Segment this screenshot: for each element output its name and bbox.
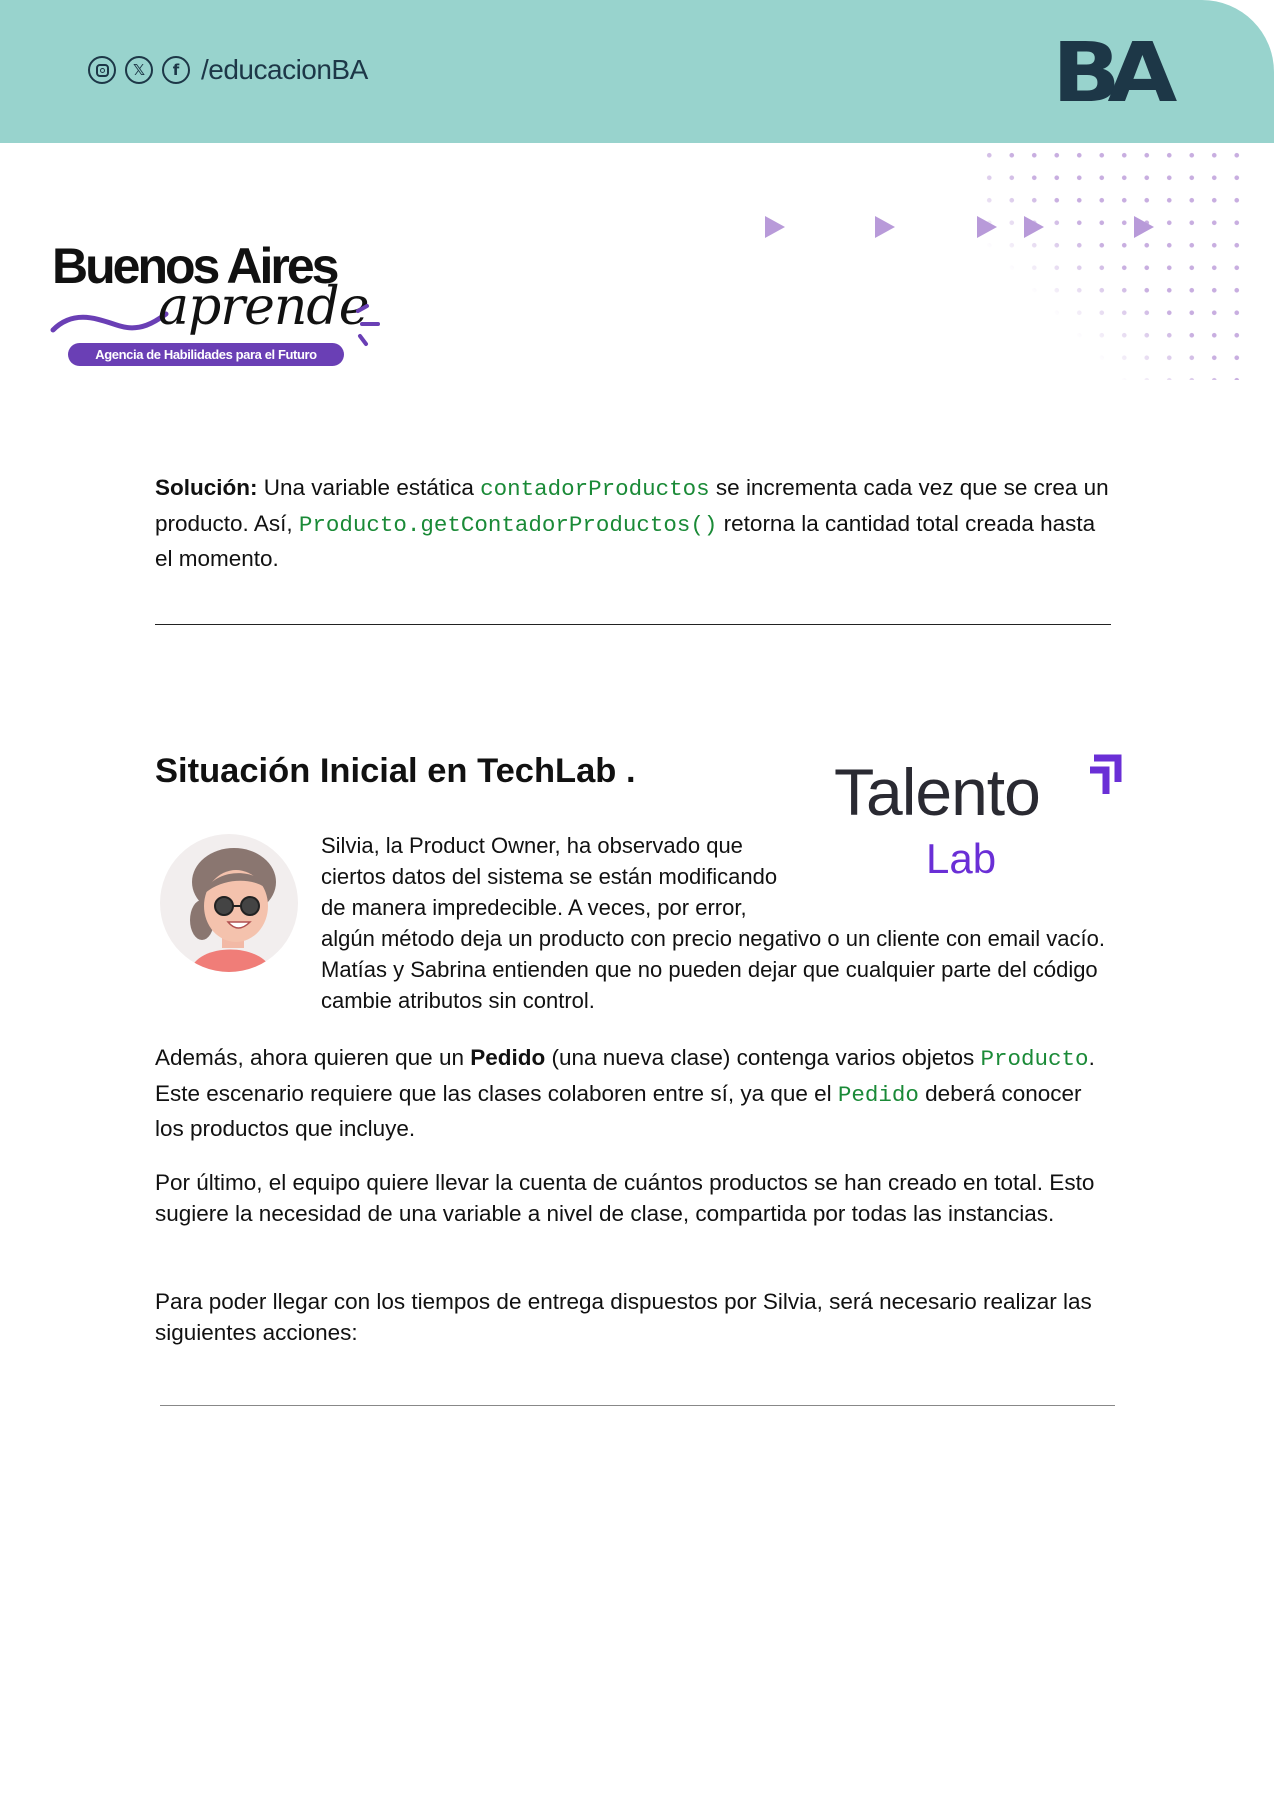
logo-sparkle (356, 304, 380, 346)
ba-logo: BA (1052, 26, 1177, 121)
decorative-dot-grid (978, 144, 1246, 380)
bold-pedido: Pedido (470, 1045, 546, 1070)
paragraph-text: Para poder llegar con los tiempos de ent… (155, 1289, 1092, 1345)
divider (155, 624, 1111, 625)
avatar-illustration (190, 848, 276, 972)
logo-script: aprende (158, 277, 369, 337)
code-contador-productos: contadorProductos (480, 476, 710, 502)
code-producto: Producto (980, 1046, 1089, 1072)
logo-word-talento: Talento (834, 755, 1041, 829)
divider (160, 1405, 1115, 1406)
logo-float-space (793, 830, 1111, 896)
paragraph-contador: Por último, el equipo quiere llevar la c… (155, 1167, 1115, 1229)
x-icon[interactable]: 𝕏 (125, 56, 153, 84)
solution-label: Solución: (155, 475, 258, 500)
intro-paragraph: Silvia, la Product Owner, ha observado q… (321, 830, 1111, 1016)
solution-paragraph: Solución: Una variable estática contador… (155, 471, 1115, 576)
logo-swoosh (50, 311, 169, 333)
instagram-icon[interactable] (88, 56, 116, 84)
paragraph-text: (una nueva clase) contenga varios objeto… (545, 1045, 981, 1070)
code-pedido: Pedido (837, 1081, 919, 1108)
logo-tagline: Agencia de Habilidades para el Futuro (68, 343, 344, 366)
avatar (160, 834, 298, 972)
play-arrow-icon (1024, 216, 1044, 238)
play-arrow-icon (875, 216, 895, 238)
facebook-icon[interactable]: f (162, 56, 190, 84)
arrow-up-right-icon (1090, 754, 1122, 794)
play-arrow-icon (1134, 216, 1154, 238)
social-links: 𝕏 f /educacionBA (88, 54, 368, 86)
solution-text: Una variable estática (257, 475, 481, 500)
paragraph-text: Además, ahora quieren que un (155, 1045, 471, 1070)
social-handle[interactable]: /educacionBA (201, 54, 368, 86)
section-title: Situación Inicial en TechLab . (155, 752, 636, 790)
paragraph-pedido: Además, ahora quieren que un Pedido (una… (155, 1041, 1115, 1146)
code-get-contador: Producto.getContadorProductos() (298, 511, 718, 538)
play-arrow-icon (977, 216, 997, 238)
header-band: 𝕏 f /educacionBA BA (0, 0, 1274, 143)
paragraph-acciones: Para poder llegar con los tiempos de ent… (155, 1286, 1115, 1348)
play-arrow-icon (765, 216, 785, 238)
paragraph-text: Por último, el equipo quiere llevar la c… (155, 1170, 1095, 1226)
